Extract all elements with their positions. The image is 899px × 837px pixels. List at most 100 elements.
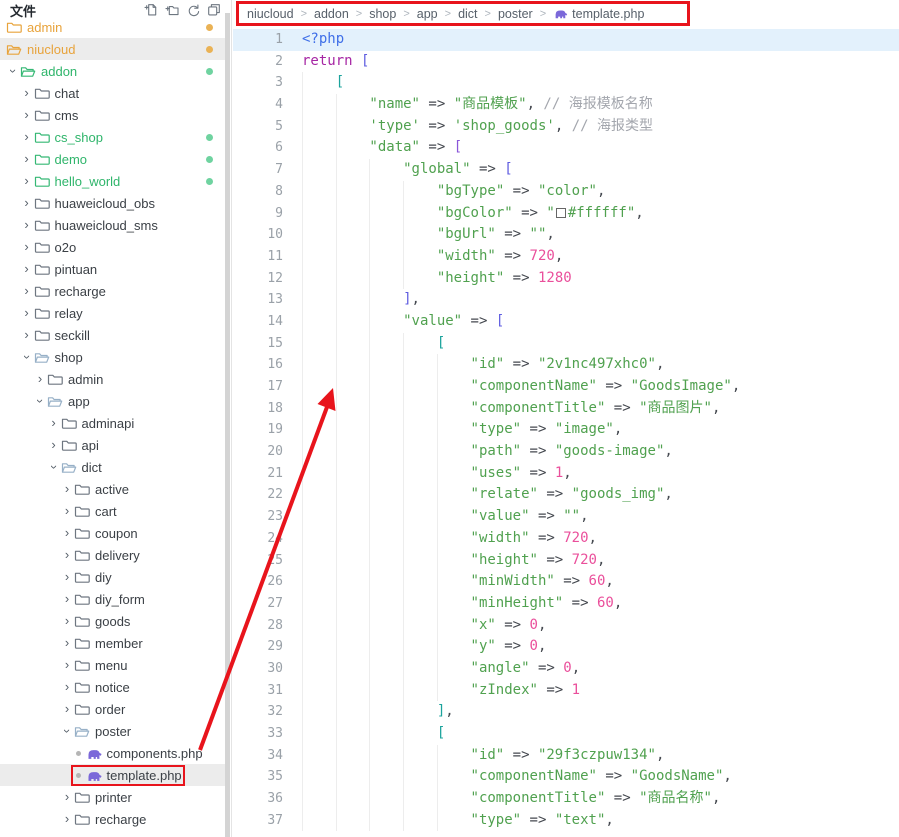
chevron-down-icon[interactable]: ›: [60, 724, 74, 738]
code-line-15[interactable]: 15[: [233, 333, 899, 355]
chevron-right-icon[interactable]: ›: [60, 592, 74, 606]
code-line-25[interactable]: 25"height" => 720,: [233, 550, 899, 572]
tree-item-notice[interactable]: ›notice: [0, 676, 226, 698]
tree-item-addon[interactable]: ›addon: [0, 60, 226, 82]
code-line-26[interactable]: 26"minWidth" => 60,: [233, 571, 899, 593]
tree-item-demo[interactable]: ›demo: [0, 148, 226, 170]
code-line-36[interactable]: 36"componentTitle" => "商品名称",: [233, 788, 899, 810]
chevron-right-icon[interactable]: ›: [60, 812, 74, 826]
tree-item-huaweicloud_obs[interactable]: ›huaweicloud_obs: [0, 192, 226, 214]
code-line-23[interactable]: 23"value" => "",: [233, 506, 899, 528]
code-line-30[interactable]: 30"angle" => 0,: [233, 658, 899, 680]
code-line-33[interactable]: 33[: [233, 723, 899, 745]
tree-item-relay[interactable]: ›relay: [0, 302, 226, 324]
editor-pane[interactable]: niucloud>addon>shop>app>dict>poster>temp…: [233, 0, 899, 837]
tree-item-api[interactable]: ›api: [0, 434, 226, 456]
code-line-22[interactable]: 22"relate" => "goods_img",: [233, 484, 899, 506]
breadcrumb-item-dict[interactable]: dict: [458, 7, 477, 21]
refresh-icon[interactable]: [186, 3, 200, 17]
chevron-down-icon[interactable]: ›: [6, 64, 20, 78]
tree-item-template-php[interactable]: template.php: [0, 764, 226, 786]
chevron-right-icon[interactable]: ›: [20, 262, 34, 276]
chevron-right-icon[interactable]: ›: [20, 306, 34, 320]
code-line-7[interactable]: 7"global" => [: [233, 159, 899, 181]
tree-item-pintuan[interactable]: ›pintuan: [0, 258, 226, 280]
chevron-right-icon[interactable]: ›: [20, 240, 34, 254]
tree-item-cms[interactable]: ›cms: [0, 104, 226, 126]
tree-item-member[interactable]: ›member: [0, 632, 226, 654]
tree-item-diy_form[interactable]: ›diy_form: [0, 588, 226, 610]
chevron-down-icon[interactable]: ›: [47, 460, 61, 474]
collapse-all-icon[interactable]: [207, 3, 221, 17]
code-line-28[interactable]: 28"x" => 0,: [233, 615, 899, 637]
code-line-11[interactable]: 11"width" => 720,: [233, 246, 899, 268]
chevron-right-icon[interactable]: ›: [60, 570, 74, 584]
chevron-right-icon[interactable]: ›: [60, 790, 74, 804]
tree-item-printer[interactable]: ›printer: [0, 786, 226, 808]
breadcrumb-item-shop[interactable]: shop: [369, 7, 396, 21]
code-line-27[interactable]: 27"minHeight" => 60,: [233, 593, 899, 615]
code-line-8[interactable]: 8"bgType" => "color",: [233, 181, 899, 203]
code-line-1[interactable]: 1<?php: [233, 29, 899, 51]
code-line-34[interactable]: 34"id" => "29f3czpuw134",: [233, 745, 899, 767]
chevron-down-icon[interactable]: ›: [33, 394, 47, 408]
code-line-18[interactable]: 18"componentTitle" => "商品图片",: [233, 398, 899, 420]
chevron-right-icon[interactable]: ›: [60, 658, 74, 672]
code-line-24[interactable]: 24"width" => 720,: [233, 528, 899, 550]
tree-item-goods[interactable]: ›goods: [0, 610, 226, 632]
tree-item-order[interactable]: ›order: [0, 698, 226, 720]
tree-item-diy[interactable]: ›diy: [0, 566, 226, 588]
tree-item-cart[interactable]: ›cart: [0, 500, 226, 522]
tree-item-menu[interactable]: ›menu: [0, 654, 226, 676]
code-line-19[interactable]: 19"type" => "image",: [233, 419, 899, 441]
tree-item-delivery[interactable]: ›delivery: [0, 544, 226, 566]
breadcrumb-item-niucloud[interactable]: niucloud: [247, 7, 294, 21]
tree-item-cs_shop[interactable]: ›cs_shop: [0, 126, 226, 148]
tree-item-poster[interactable]: ›poster: [0, 720, 226, 742]
tree-item-admin[interactable]: ›admin: [0, 368, 226, 390]
tree-item-dict[interactable]: ›dict: [0, 456, 226, 478]
tree-item-o2o[interactable]: ›o2o: [0, 236, 226, 258]
new-folder-icon[interactable]: [165, 3, 179, 17]
chevron-right-icon[interactable]: ›: [60, 482, 74, 496]
code-line-16[interactable]: 16"id" => "2v1nc497xhc0",: [233, 354, 899, 376]
chevron-right-icon[interactable]: ›: [60, 636, 74, 650]
chevron-right-icon[interactable]: ›: [33, 372, 47, 386]
tree-item-seckill[interactable]: ›seckill: [0, 324, 226, 346]
code-line-5[interactable]: 5'type' => 'shop_goods', // 海报类型: [233, 116, 899, 138]
breadcrumb-item-poster[interactable]: poster: [498, 7, 533, 21]
tree-item-niucloud[interactable]: niucloud: [0, 38, 226, 60]
code-line-37[interactable]: 37"type" => "text",: [233, 810, 899, 832]
code-line-35[interactable]: 35"componentName" => "GoodsName",: [233, 766, 899, 788]
chevron-right-icon[interactable]: ›: [20, 86, 34, 100]
code-line-31[interactable]: 31"zIndex" => 1: [233, 680, 899, 702]
code-line-32[interactable]: 32],: [233, 701, 899, 723]
code-line-9[interactable]: 9"bgColor" => "#ffffff",: [233, 203, 899, 225]
chevron-right-icon[interactable]: ›: [20, 152, 34, 166]
tree-item-coupon[interactable]: ›coupon: [0, 522, 226, 544]
chevron-right-icon[interactable]: ›: [60, 504, 74, 518]
chevron-right-icon[interactable]: ›: [60, 614, 74, 628]
new-file-icon[interactable]: [144, 3, 158, 17]
tree-item-recharge[interactable]: ›recharge: [0, 280, 226, 302]
tree-item-admin[interactable]: admin: [0, 16, 226, 38]
tree-item-chat[interactable]: ›chat: [0, 82, 226, 104]
code-line-13[interactable]: 13],: [233, 289, 899, 311]
chevron-right-icon[interactable]: ›: [60, 702, 74, 716]
chevron-right-icon[interactable]: ›: [60, 548, 74, 562]
chevron-right-icon[interactable]: ›: [47, 416, 61, 430]
color-swatch[interactable]: [556, 208, 566, 218]
chevron-right-icon[interactable]: ›: [20, 130, 34, 144]
breadcrumb-item-template-php[interactable]: template.php: [553, 7, 644, 21]
tree-item-huaweicloud_sms[interactable]: ›huaweicloud_sms: [0, 214, 226, 236]
chevron-right-icon[interactable]: ›: [20, 108, 34, 122]
code-area[interactable]: 1<?php2return [3[4"name" => "商品模板", // 海…: [233, 29, 899, 831]
chevron-right-icon[interactable]: ›: [60, 526, 74, 540]
chevron-down-icon[interactable]: ›: [20, 350, 34, 364]
code-line-4[interactable]: 4"name" => "商品模板", // 海报模板名称: [233, 94, 899, 116]
tree-item-active[interactable]: ›active: [0, 478, 226, 500]
code-line-21[interactable]: 21"uses" => 1,: [233, 463, 899, 485]
tree-item-hello_world[interactable]: ›hello_world: [0, 170, 226, 192]
chevron-right-icon[interactable]: ›: [47, 438, 61, 452]
tree-item-adminapi[interactable]: ›adminapi: [0, 412, 226, 434]
